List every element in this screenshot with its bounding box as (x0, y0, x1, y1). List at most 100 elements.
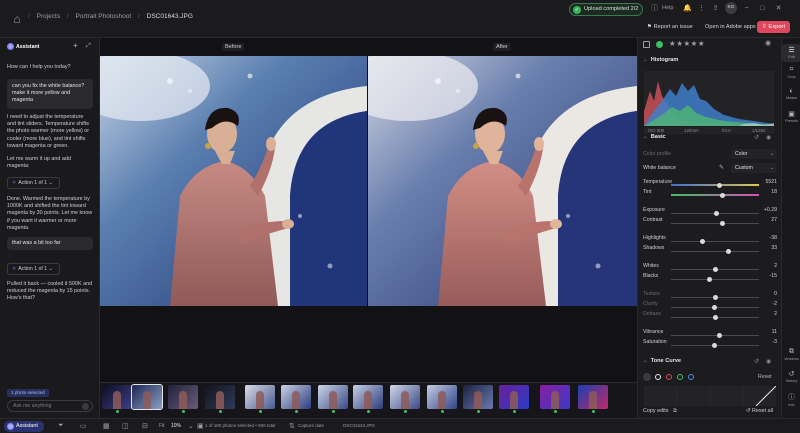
reset-section-icon[interactable]: ↺ (754, 134, 759, 141)
filmstrip-thumbnail[interactable] (463, 385, 493, 409)
slider-knob[interactable] (725, 249, 731, 254)
slider-knob[interactable] (700, 239, 706, 244)
color-profile-select[interactable]: Color ⌄ (731, 149, 777, 159)
visibility-icon[interactable]: ◉ (766, 358, 771, 365)
filmstrip-thumbnail[interactable] (427, 385, 457, 409)
export-button[interactable]: ⇧ Export (757, 21, 790, 33)
slider-track[interactable] (671, 223, 759, 224)
curve-point-tool-icon[interactable] (643, 373, 651, 381)
upload-status-badge[interactable]: ✓ Upload completed 2/2 (569, 3, 643, 16)
tone-curve-graph[interactable] (644, 386, 776, 406)
sort-icon[interactable]: ⇅ (289, 422, 295, 430)
slider-knob[interactable] (712, 295, 718, 300)
slider-knob[interactable] (716, 183, 722, 188)
slider-knob[interactable] (719, 221, 725, 226)
slider-knob[interactable] (713, 315, 719, 320)
filmstrip-thumbnail[interactable] (578, 385, 608, 409)
compare-view-icon[interactable]: ◫ (122, 422, 129, 430)
rail-info[interactable]: ⓘ Info (782, 392, 800, 407)
action-chip[interactable]: ✧ Action 1 of 1 ⌄ (7, 263, 60, 275)
user-avatar[interactable]: KG (725, 2, 737, 14)
fit-button[interactable]: Fit (159, 423, 165, 429)
new-chat-icon[interactable]: + (73, 41, 78, 50)
chevron-down-icon[interactable]: ⌄ (188, 422, 194, 430)
filmstrip-thumbnail[interactable] (390, 385, 420, 409)
curve-channel-rgb[interactable] (655, 374, 661, 380)
slider-value[interactable]: -15 (770, 273, 778, 279)
report-issue-link[interactable]: ⚑ Report an issue (647, 24, 693, 30)
action-chip[interactable]: ✧ Action 1 of 1 ⌄ (7, 177, 60, 189)
slider-value[interactable]: 2 (774, 263, 777, 269)
slider-value[interactable]: 2 (774, 311, 777, 317)
filmstrip-thumbnail[interactable] (499, 385, 529, 409)
home-icon[interactable]: ⌂ (8, 10, 26, 28)
rail-edit[interactable]: ☰ Edit (782, 44, 800, 62)
close-icon[interactable]: ✕ (774, 4, 783, 13)
slider-value[interactable]: 5521 (765, 179, 777, 185)
slider-value[interactable]: -2 (772, 301, 777, 307)
reset-all-button[interactable]: ↺ Reset all (746, 408, 773, 414)
histogram-section-header[interactable]: ⌄ Histogram (643, 57, 678, 63)
curve-reset-link[interactable]: Reset (758, 374, 772, 380)
slider-knob[interactable] (713, 267, 719, 272)
slider-value[interactable]: 27 (771, 217, 777, 223)
filmstrip-thumbnail[interactable] (353, 385, 383, 409)
notifications-icon[interactable]: 🔔 (683, 4, 692, 13)
slider-value[interactable]: 0 (774, 291, 777, 297)
copy-icon[interactable]: ⧉ (673, 408, 677, 414)
star-rating[interactable]: ★★★★★ (669, 39, 705, 48)
slider-track[interactable] (671, 335, 759, 336)
filmstrip-thumbnail[interactable] (318, 385, 348, 409)
send-icon[interactable] (82, 403, 89, 410)
rail-versions[interactable]: ⧉ Versions (782, 348, 800, 361)
curve-channel-blue[interactable] (688, 374, 694, 380)
rail-history[interactable]: ↺ History (782, 370, 800, 383)
slider-track[interactable] (671, 279, 759, 280)
filter-icon[interactable]: ⏷ (58, 422, 64, 430)
slider-track[interactable] (671, 251, 759, 252)
share-icon[interactable]: ⇪ (711, 4, 720, 13)
grid-view-icon[interactable]: ▦ (103, 422, 110, 430)
slider-track[interactable] (671, 184, 759, 186)
slider-knob[interactable] (714, 211, 720, 216)
info-icon[interactable]: ⓘ (650, 4, 659, 13)
split-view-icon[interactable]: ⊟ (142, 422, 148, 430)
rail-presets[interactable]: ▣ Presets (782, 110, 800, 123)
breadcrumb-album[interactable]: Portrait Photoshoot (76, 13, 132, 20)
before-photo[interactable] (100, 56, 367, 306)
slider-value[interactable]: 33 (771, 245, 777, 251)
white-balance-select[interactable]: Custom ⌄ (731, 163, 777, 173)
curve-channel-red[interactable] (666, 374, 672, 380)
apps-grid-icon[interactable]: ⋮ (697, 4, 706, 13)
filmstrip-thumbnail[interactable] (102, 385, 132, 409)
selection-chip[interactable]: 1 photo selected (7, 389, 49, 397)
filmstrip-thumbnail[interactable] (281, 385, 311, 409)
slider-knob[interactable] (711, 305, 717, 310)
slider-track[interactable] (671, 194, 759, 196)
assistant-button[interactable]: Assistant (4, 421, 44, 432)
maximize-icon[interactable]: □ (758, 4, 767, 13)
slider-knob[interactable] (716, 333, 722, 338)
panel-toggle-icon[interactable] (643, 41, 650, 48)
help-link[interactable]: Help (662, 5, 674, 11)
expand-icon[interactable]: ⤢ (86, 43, 91, 50)
filmstrip-thumbnail[interactable] (205, 385, 235, 409)
visibility-icon[interactable]: ◉ (765, 39, 771, 47)
slider-knob[interactable] (719, 193, 725, 198)
slider-value[interactable]: -3 (772, 339, 777, 345)
eyedropper-icon[interactable]: ✎ (719, 164, 724, 171)
filmstrip-thumbnail[interactable] (540, 385, 570, 409)
minimize-icon[interactable]: − (742, 4, 751, 13)
after-photo[interactable] (368, 56, 637, 306)
slider-track[interactable] (671, 241, 759, 242)
ask-input[interactable]: Ask me anything (7, 400, 93, 412)
slider-value[interactable]: 11 (772, 329, 777, 335)
visibility-icon[interactable]: ◉ (766, 134, 771, 141)
zoom-level[interactable]: 10% (171, 423, 181, 429)
open-in-adobe-link[interactable]: Open in Adobe apps (705, 24, 756, 30)
curve-channel-green[interactable] (677, 374, 683, 380)
flag-pick-icon[interactable] (656, 41, 663, 48)
slider-value[interactable]: -38 (770, 235, 778, 241)
sort-capture-date[interactable]: Capture date (298, 423, 324, 428)
rail-masks[interactable]: ◐ Masks (782, 88, 800, 100)
